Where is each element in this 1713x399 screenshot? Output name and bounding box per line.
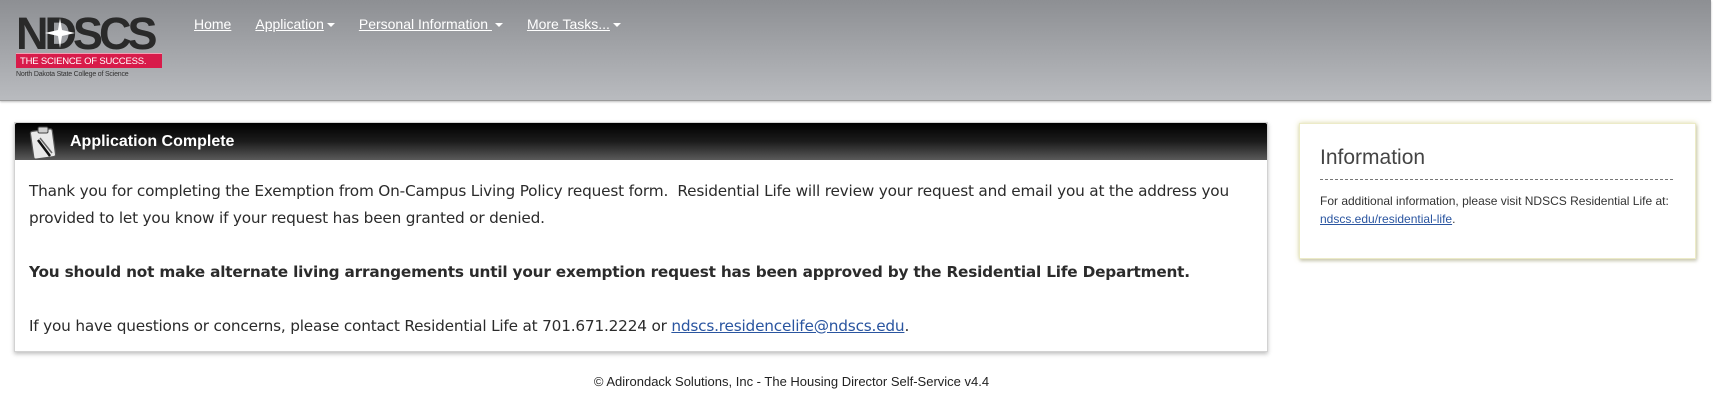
header: NDSCS THE SCIENCE OF SUCCESS. North Dako…: [0, 0, 1711, 101]
nav-application-label: Application: [255, 16, 324, 32]
nav-more-tasks[interactable]: More Tasks...: [527, 16, 621, 32]
logo-tagline: THE SCIENCE OF SUCCESS.: [16, 53, 162, 68]
information-box: Information For additional information, …: [1299, 123, 1696, 259]
panel-title: Application Complete: [70, 133, 235, 150]
nav-personal-information[interactable]: Personal Information: [359, 16, 503, 32]
nav-more-tasks-label: More Tasks...: [526, 16, 610, 32]
confirmation-message: Thank you for completing the Exemption f…: [29, 182, 1234, 227]
ndscs-logo[interactable]: NDSCS THE SCIENCE OF SUCCESS. North Dako…: [16, 8, 166, 84]
nav-home[interactable]: Home: [194, 16, 231, 32]
information-title: Information: [1320, 146, 1673, 180]
information-text: For additional information, please visit…: [1320, 192, 1675, 228]
application-complete-panel: Application Complete Thank you for compl…: [14, 122, 1268, 352]
star-icon: [45, 18, 75, 48]
panel-header: Application Complete: [15, 123, 1267, 160]
warning-message: You should not make alternate living arr…: [29, 263, 1190, 281]
nav-application[interactable]: Application: [255, 16, 335, 32]
information-text-suffix: .: [1452, 212, 1456, 226]
contact-text: If you have questions or concerns, pleas…: [29, 317, 672, 335]
nav-home-label: Home: [194, 16, 232, 32]
logo-wordmark: NDSCS: [16, 8, 158, 59]
footer-copyright: © Adirondack Solutions, Inc - The Housin…: [593, 374, 990, 389]
caret-down-icon: [494, 23, 503, 27]
information-text-prefix: For additional information, please visit…: [1320, 194, 1669, 208]
residence-life-email-link[interactable]: ndscs.residencelife@ndscs.edu: [671, 317, 904, 335]
residential-life-link[interactable]: ndscs.edu/residential-life: [1320, 212, 1452, 226]
clipboard-icon: [29, 126, 57, 160]
caret-down-icon: [612, 23, 621, 27]
contact-suffix: .: [904, 317, 910, 335]
contact-message: If you have questions or concerns, pleas…: [29, 313, 1253, 340]
logo-subtitle: North Dakota State College of Science: [16, 71, 129, 78]
caret-down-icon: [326, 23, 335, 27]
main-nav: Home Application Personal Information Mo…: [194, 16, 645, 32]
panel-body: Thank you for completing the Exemption f…: [15, 160, 1267, 340]
nav-personal-information-label: Personal Information: [358, 16, 492, 32]
